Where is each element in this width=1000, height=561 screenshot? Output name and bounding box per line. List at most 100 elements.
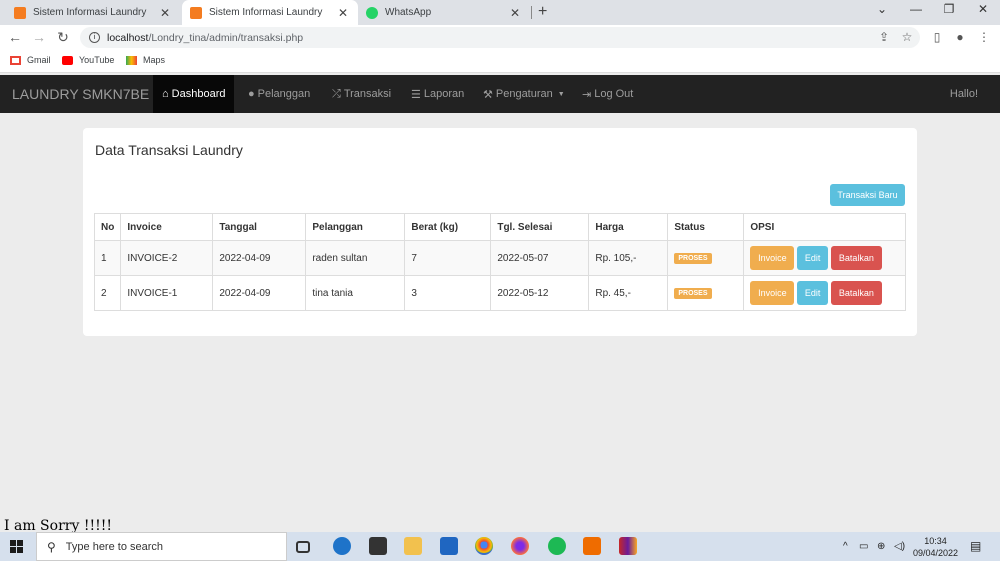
- bookmarks-bar: Gmail YouTube Maps: [0, 51, 1000, 73]
- bookmark-label: Maps: [143, 55, 166, 65]
- header-pelanggan: Pelanggan: [305, 213, 406, 241]
- wrench-icon: ⚒: [483, 88, 493, 101]
- menu-dots-icon[interactable]: ⋮: [976, 30, 992, 44]
- spotify-icon[interactable]: [548, 537, 566, 555]
- transaction-panel: Data Transaksi Laundry Transaksi Baru No…: [83, 128, 917, 336]
- invoice-button[interactable]: Invoice: [750, 246, 795, 270]
- battery-icon[interactable]: ▭: [859, 541, 868, 552]
- taskbar-clock[interactable]: 10:34 09/04/2022: [913, 535, 958, 559]
- edit-button[interactable]: Edit: [797, 246, 829, 270]
- back-icon[interactable]: ←: [6, 29, 24, 45]
- cell-invoice: INVOICE-2: [120, 240, 214, 276]
- star-icon[interactable]: ☆: [899, 30, 915, 44]
- share-icon[interactable]: ⇪: [876, 30, 892, 44]
- new-tab-icon[interactable]: +: [538, 3, 547, 21]
- cancel-button[interactable]: Batalkan: [830, 281, 882, 305]
- address-bar-row: ← → ↻ i localhost/Londry_tina/admin/tran…: [0, 25, 1000, 51]
- clock-time: 10:34: [924, 536, 947, 546]
- cell-pelanggan: tina tania: [305, 275, 406, 311]
- url-path: /Londry_tina/admin/transaksi.php: [148, 31, 304, 44]
- user-greeting[interactable]: Hallo!: [950, 88, 978, 100]
- cell-selesai: 2022-05-07: [490, 240, 590, 276]
- cancel-button[interactable]: Batalkan: [830, 246, 882, 270]
- cell-selesai: 2022-05-12: [490, 275, 590, 311]
- edit-button[interactable]: Edit: [797, 281, 829, 305]
- header-tanggal: Tanggal: [212, 213, 307, 241]
- nav-laporan[interactable]: ☰ Laporan: [402, 75, 473, 113]
- header-invoice: Invoice: [120, 213, 214, 241]
- info-icon[interactable]: i: [89, 32, 100, 43]
- xampp-icon: [190, 6, 202, 19]
- network-globe-icon[interactable]: ⊕: [877, 541, 885, 552]
- chrome-icon[interactable]: [475, 537, 493, 555]
- window-close-icon[interactable]: ✕: [973, 2, 993, 16]
- forward-icon[interactable]: →: [30, 29, 48, 45]
- sidepanel-icon[interactable]: ▯: [929, 30, 945, 44]
- brand-logo[interactable]: LAUNDRY SMKN7BE: [12, 86, 149, 102]
- maps-icon: [126, 55, 137, 65]
- volume-icon[interactable]: ◁): [894, 541, 905, 552]
- cell-berat: 3: [404, 275, 492, 311]
- url-input[interactable]: i localhost/Londry_tina/admin/transaksi.…: [80, 27, 920, 48]
- whatsapp-icon: [366, 6, 378, 19]
- mail-icon[interactable]: [440, 537, 458, 555]
- nav-label: Pengaturan: [495, 88, 553, 100]
- cell-harga: Rp. 45,-: [588, 275, 669, 311]
- nav-logout[interactable]: ⇥ Log Out: [573, 75, 642, 113]
- status-badge: PROSES: [674, 253, 712, 264]
- windows-taskbar: ⚲ Type here to search ^ ▭ ⊕ ◁) 10:34 09/…: [0, 532, 1000, 561]
- task-view-icon[interactable]: [296, 541, 310, 553]
- bookmark-maps[interactable]: Maps: [126, 55, 165, 65]
- browser-tabbar: Sistem Informasi Laundry ✕ Sistem Inform…: [0, 0, 1000, 25]
- nav-label: Log Out: [594, 88, 634, 100]
- browser-tab-1[interactable]: Sistem Informasi Laundry ✕: [6, 0, 180, 25]
- table-row: 1 INVOICE-2 2022-04-09 raden sultan 7 20…: [93, 240, 906, 276]
- invoice-button[interactable]: Invoice: [750, 281, 795, 305]
- windows-start-icon[interactable]: [10, 540, 24, 554]
- notification-icon[interactable]: ▤: [970, 539, 981, 553]
- app-navbar: LAUNDRY SMKN7BE ⌂ Dashboard ● Pelanggan …: [0, 75, 1000, 113]
- url-host: localhost: [107, 31, 149, 44]
- logout-icon: ⇥: [582, 88, 592, 101]
- bookmark-youtube[interactable]: YouTube: [62, 55, 114, 65]
- cell-tanggal: 2022-04-09: [212, 240, 307, 276]
- nav-pelanggan[interactable]: ● Pelanggan: [239, 75, 319, 113]
- clock-date: 09/04/2022: [913, 548, 959, 558]
- youtube-icon: [62, 55, 73, 65]
- file-explorer-icon[interactable]: [404, 537, 422, 555]
- cell-status: PROSES: [667, 275, 745, 311]
- table-row: 2 INVOICE-1 2022-04-09 tina tania 3 2022…: [93, 275, 906, 311]
- nav-transaksi[interactable]: ⤮ Transaksi: [323, 75, 400, 113]
- chevron-up-icon[interactable]: ^: [843, 541, 848, 552]
- user-icon: ●: [248, 88, 255, 100]
- edge-icon[interactable]: [333, 537, 351, 555]
- minimize-icon[interactable]: —: [906, 2, 926, 16]
- header-opsi: OPSI: [743, 213, 906, 241]
- reload-icon[interactable]: ↻: [54, 29, 72, 46]
- sublime-text-icon[interactable]: [583, 537, 601, 555]
- store-icon[interactable]: [369, 537, 387, 555]
- new-transaction-button[interactable]: Transaksi Baru: [830, 184, 905, 206]
- header-harga: Harga: [588, 213, 669, 241]
- firefox-icon[interactable]: [511, 537, 529, 555]
- cell-pelanggan: raden sultan: [305, 240, 406, 276]
- browser-tab-2[interactable]: Sistem Informasi Laundry ✕: [182, 0, 358, 25]
- cell-tanggal: 2022-04-09: [212, 275, 307, 311]
- search-placeholder: Type here to search: [65, 540, 164, 553]
- table-header-row: No Invoice Tanggal Pelanggan Berat (kg) …: [93, 213, 906, 241]
- list-icon: ☰: [411, 88, 421, 101]
- nav-pengaturan[interactable]: ⚒ Pengaturan ▼: [474, 75, 574, 113]
- restore-icon[interactable]: ❐: [939, 2, 959, 16]
- winrar-icon[interactable]: [619, 537, 637, 555]
- taskbar-search-input[interactable]: ⚲ Type here to search: [36, 532, 287, 561]
- header-selesai: Tgl. Selesai: [490, 213, 590, 241]
- status-badge: PROSES: [674, 288, 712, 299]
- chevron-down-icon[interactable]: ⌄: [872, 2, 892, 16]
- profile-avatar-icon[interactable]: ●: [952, 30, 968, 44]
- browser-tab-3[interactable]: WhatsApp ✕: [358, 0, 530, 25]
- bookmark-gmail[interactable]: Gmail: [10, 55, 51, 65]
- close-icon[interactable]: ✕: [158, 6, 172, 20]
- nav-dashboard[interactable]: ⌂ Dashboard: [153, 75, 235, 113]
- close-icon[interactable]: ✕: [508, 6, 522, 20]
- close-icon[interactable]: ✕: [336, 6, 350, 20]
